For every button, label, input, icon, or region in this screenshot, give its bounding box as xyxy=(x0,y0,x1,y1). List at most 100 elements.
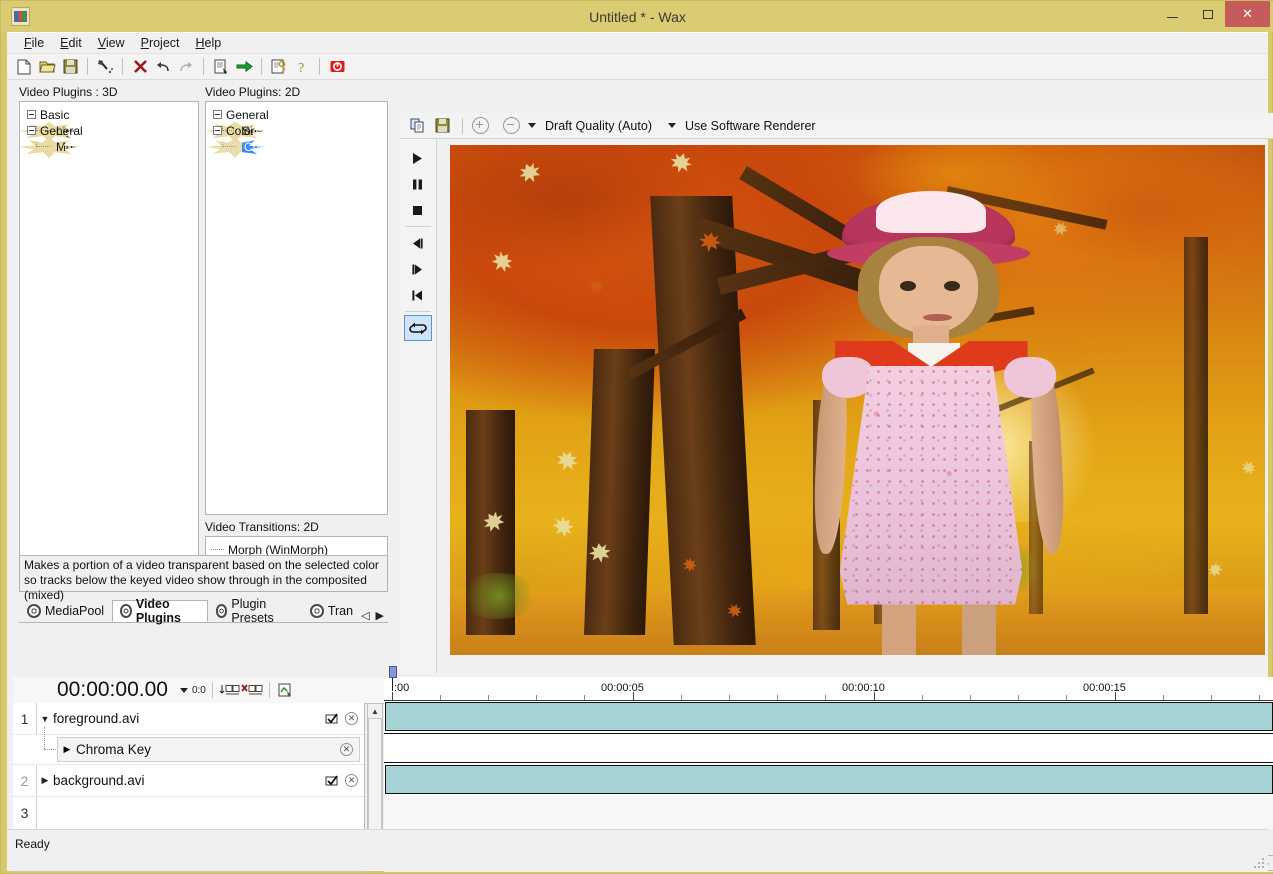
menu-item-help[interactable]: Help xyxy=(188,34,230,52)
menu-item-edit[interactable]: Edit xyxy=(52,34,90,52)
track-effect-row-1: ▶ Chroma Key ✕ xyxy=(13,735,364,765)
collapse-icon[interactable] xyxy=(213,126,222,135)
transport-separator xyxy=(405,311,431,312)
renderer-dropdown-label[interactable]: Use Software Renderer xyxy=(685,119,816,133)
timeline-zoom-control[interactable]: 0:0 xyxy=(180,685,206,696)
track-name[interactable]: background.avi xyxy=(53,773,145,788)
tab-video-plugins[interactable]: Video Plugins xyxy=(112,600,208,622)
track-number: 3 xyxy=(13,797,37,829)
preview-dock: Draft Quality (Auto) Use Software Render… xyxy=(399,85,1273,673)
track-header-1[interactable]: 1 ▼ foreground.avi ✕ xyxy=(13,703,364,735)
collapse-icon[interactable] xyxy=(27,126,36,135)
track-name[interactable]: foreground.avi xyxy=(53,711,139,726)
zoom-out-icon[interactable] xyxy=(503,117,520,134)
playhead[interactable] xyxy=(389,666,397,690)
transport-separator xyxy=(405,226,431,227)
redo-icon xyxy=(175,56,197,78)
play-button[interactable] xyxy=(404,145,432,171)
tab-prev-arrow[interactable]: ◁ xyxy=(361,609,369,622)
save-icon[interactable] xyxy=(431,115,453,137)
ruler-label-15: 00:00:15 xyxy=(1083,682,1126,694)
menu-item-file[interactable]: File xyxy=(16,34,52,52)
collapse-icon[interactable] xyxy=(27,110,36,119)
clip-background[interactable] xyxy=(385,765,1273,794)
timeline-ruler[interactable]: :00 00:00:05 00:00:10 00:00:15 xyxy=(384,677,1273,701)
remove-track-icon[interactable]: ✕ xyxy=(345,712,358,725)
render-icon[interactable] xyxy=(233,56,255,78)
tab-mediapool[interactable]: MediaPool xyxy=(19,600,112,622)
tree-item-chroma-key[interactable]: Chroma Key xyxy=(206,138,264,158)
client-area: File Edit View Project Help xyxy=(7,32,1268,870)
tree-group-basic[interactable]: Basic xyxy=(20,106,198,122)
resize-grip[interactable] xyxy=(1252,856,1264,868)
insert-track-icon[interactable] xyxy=(219,679,241,701)
window-title: Untitled * - Wax xyxy=(1,1,1273,32)
track-actions: ✕ xyxy=(325,765,358,796)
video-plugins-2d-panel: Video Plugins: 2D General Texture Genera… xyxy=(205,85,388,562)
chevron-right-icon[interactable]: ▶ xyxy=(58,744,76,755)
loop-button[interactable] xyxy=(404,315,432,341)
video-plugins-3d-tree[interactable]: Basic Transform 3D Objects 3D Light 3D G… xyxy=(19,101,199,565)
menu-item-project[interactable]: Project xyxy=(133,34,188,52)
tab-plugin-presets[interactable]: Plugin Presets xyxy=(208,600,302,622)
film-reel-icon xyxy=(27,604,41,618)
pause-button[interactable] xyxy=(404,171,432,197)
chevron-down-icon[interactable] xyxy=(528,123,536,128)
new-icon[interactable] xyxy=(13,56,35,78)
tab-next-arrow[interactable]: ▶ xyxy=(376,609,384,622)
track-enable-icon[interactable] xyxy=(325,712,339,726)
undo-icon[interactable] xyxy=(152,56,174,78)
clip-foreground[interactable] xyxy=(385,702,1273,731)
step-forward-button[interactable] xyxy=(404,256,432,282)
build-icon[interactable] xyxy=(94,56,116,78)
tree-group-general[interactable]: General xyxy=(20,122,198,138)
tab-transitions[interactable]: Tran xyxy=(302,600,361,622)
properties-icon[interactable] xyxy=(210,56,232,78)
scroll-up-button[interactable]: ▲ xyxy=(368,704,382,718)
ruler-label-5: 00:00:05 xyxy=(601,682,644,694)
track-number: 1 xyxy=(13,703,37,734)
scrollbar-thumb[interactable] xyxy=(368,718,382,830)
film-reel-icon xyxy=(120,604,132,618)
timecode-display[interactable]: 00:00:00.00 xyxy=(57,678,168,702)
chevron-down-icon[interactable] xyxy=(668,123,676,128)
remove-effect-icon[interactable]: ✕ xyxy=(340,743,353,756)
delete-icon[interactable] xyxy=(129,56,151,78)
help-icon[interactable]: ? xyxy=(291,56,313,78)
stop-render-icon[interactable] xyxy=(326,56,348,78)
close-button[interactable]: ✕ xyxy=(1225,1,1270,27)
tree-group-general-2d[interactable]: General xyxy=(206,106,387,122)
chevron-down-icon[interactable]: ▼ xyxy=(37,714,53,724)
empty-track-lane[interactable] xyxy=(384,795,1273,829)
track-enable-icon[interactable] xyxy=(325,774,339,788)
tree-item-model-loader[interactable]: Model Loader xyxy=(20,138,78,158)
effect-item-chroma-key[interactable]: ▶ Chroma Key ✕ xyxy=(57,737,360,762)
chevron-right-icon[interactable]: ▶ xyxy=(37,775,53,786)
svg-text:?: ? xyxy=(298,61,304,75)
track-number: 2 xyxy=(13,765,37,796)
delete-track-icon[interactable] xyxy=(241,679,263,701)
zoom-in-icon[interactable] xyxy=(472,117,489,134)
track-header-2[interactable]: 2 ▶ background.avi ✕ xyxy=(13,765,364,797)
copy-icon[interactable] xyxy=(407,115,429,137)
collapse-icon[interactable] xyxy=(213,110,222,119)
video-preview[interactable] xyxy=(450,145,1265,655)
video-plugins-2d-tree[interactable]: General Texture Generator Quick 3d Pixel… xyxy=(205,101,388,515)
toolbar-separator xyxy=(462,118,463,134)
save-icon[interactable] xyxy=(59,56,81,78)
quality-dropdown-label[interactable]: Draft Quality (Auto) xyxy=(545,119,652,133)
go-to-start-button[interactable] xyxy=(404,282,432,308)
tree-group-color[interactable]: Color xyxy=(206,122,387,138)
remove-track-icon[interactable]: ✕ xyxy=(345,774,358,787)
open-icon[interactable] xyxy=(36,56,58,78)
menu-item-view[interactable]: View xyxy=(90,34,133,52)
edit-keyframes-icon[interactable] xyxy=(276,679,298,701)
step-back-button[interactable] xyxy=(404,230,432,256)
maximize-button[interactable] xyxy=(1190,1,1225,27)
minimize-button[interactable] xyxy=(1155,1,1190,27)
timeline-header: 00:00:00.00 0:0 xyxy=(13,677,384,704)
track-header-3[interactable]: 3 xyxy=(13,797,364,829)
effect-lane[interactable] xyxy=(384,733,1273,763)
edit-settings-icon[interactable] xyxy=(268,56,290,78)
stop-button[interactable] xyxy=(404,197,432,223)
